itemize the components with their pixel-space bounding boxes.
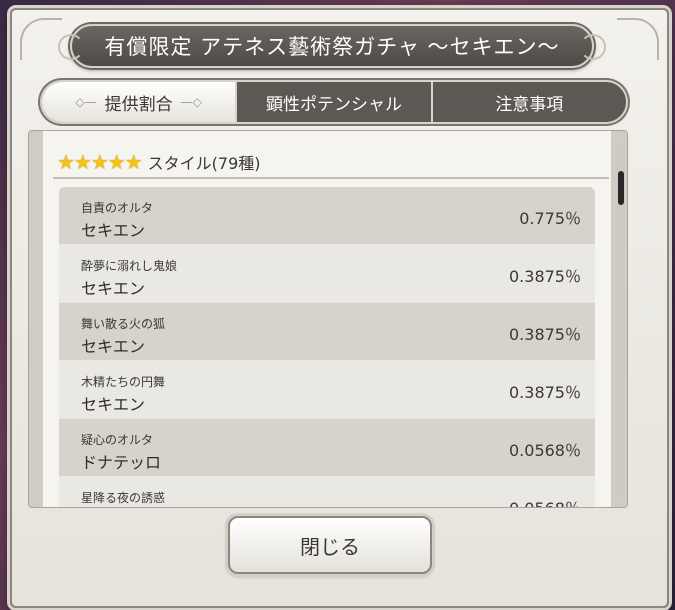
style-name: 疑心のオルタ [81, 433, 154, 447]
divider [53, 177, 609, 179]
list-item: 酔夢に溺れし鬼娘セキエン 0.3875％ [59, 245, 595, 303]
tab-label: 注意事項 [495, 94, 564, 115]
banner-ornament-left [58, 34, 84, 60]
style-name: 星降る夜の誘惑 [81, 491, 166, 505]
tab-potential[interactable]: 顕性ポテンシャル [235, 82, 430, 122]
rate-value: 0.3875％ [509, 325, 581, 344]
star-rating-icon: ★★★★★ [57, 150, 143, 174]
rate-value: 0.0568％ [509, 495, 581, 507]
style-name: 酔夢に溺れし鬼娘 [81, 259, 178, 273]
tab-notes[interactable]: 注意事項 [430, 82, 626, 122]
character-name: セキエン [81, 395, 146, 414]
character-name: セキエン [81, 279, 146, 298]
title-banner: 有償限定 アテネス藝術祭ガチャ 〜セキエン〜 [58, 24, 606, 68]
list-item: 木精たちの円舞セキエン 0.3875％ [59, 361, 595, 419]
dialog-title: 有償限定 アテネス藝術祭ガチャ 〜セキエン〜 [104, 35, 560, 59]
rate-value: 0.3875％ [509, 383, 581, 402]
rate-value: 0.3875％ [509, 267, 581, 286]
tab-rates[interactable]: ◇— 提供割合 —◇ [42, 82, 236, 122]
rates-list-frame: ★★★★★ スタイル(79種) 自責のオルタセキエン 0.775％ 酔夢に溺れし鬼娘… [28, 130, 628, 508]
close-button[interactable]: 閉じる [228, 516, 432, 574]
list-item: 自責のオルタセキエン 0.775％ [59, 187, 595, 245]
style-name: 自責のオルタ [81, 201, 154, 215]
list-item: 舞い散る火の狐セキエン 0.3875％ [59, 303, 595, 361]
style-name: 舞い散る火の狐 [81, 317, 166, 331]
section-header: ★★★★★ スタイル(79種) [57, 147, 261, 177]
corner-ornament [617, 18, 659, 60]
scrollbar[interactable] [617, 141, 625, 497]
section-title: スタイル(79種) [147, 154, 261, 173]
rate-value: 0.775％ [519, 209, 581, 228]
character-name: セキエン [81, 221, 146, 240]
corner-ornament [20, 18, 62, 60]
character-name: ドナテッロ [81, 453, 162, 472]
scroll-thumb[interactable] [618, 171, 624, 205]
tab-decoration-icon: —◇ [180, 95, 202, 109]
banner-ornament-right [580, 34, 606, 60]
rate-value: 0.0568％ [509, 441, 581, 460]
list-item: 疑心のオルタドナテッロ 0.0568％ [59, 419, 595, 477]
rate-rows: 自責のオルタ セキエン 0.775％ 酔夢に溺れし鬼娘 セキエン 0.3875％ 舞い散る火… [59, 187, 595, 507]
rates-list[interactable]: ★★★★★ スタイル(79種) 自責のオルタセキエン 0.775％ 酔夢に溺れし鬼娘… [43, 131, 611, 507]
style-name: 木精たちの円舞 [81, 375, 166, 389]
tab-decoration-icon: ◇— [75, 95, 97, 109]
list-item: 星降る夜の誘惑 0.0568％ [59, 477, 595, 507]
character-name: セキエン [81, 337, 146, 356]
tab-label: 提供割合 [104, 94, 173, 115]
tab-label: 顕性ポテンシャル [265, 94, 402, 115]
tab-bar: ◇— 提供割合 —◇ 顕性ポテンシャル 注意事項 [40, 80, 628, 124]
